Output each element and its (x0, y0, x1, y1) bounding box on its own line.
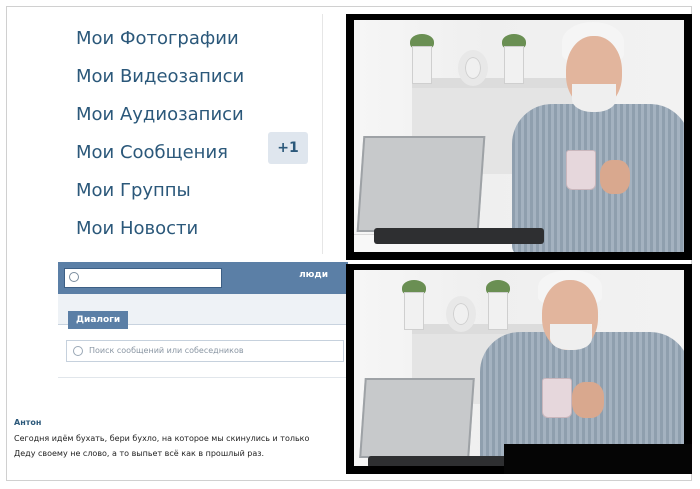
vk-messages-panel: люди Диалоги Поиск сообщений или собесед… (58, 262, 348, 402)
black-bar (504, 444, 692, 474)
menu-item-audio[interactable]: Мои Аудиозаписи (76, 100, 244, 130)
comment-author[interactable]: Антон (14, 418, 41, 427)
menu-item-photos[interactable]: Мои Фотографии (76, 24, 239, 54)
dialog-tabs: Диалоги (58, 294, 348, 329)
menu-item-messages[interactable]: Мои Сообщения (76, 138, 228, 168)
menu-item-news[interactable]: Мои Новости (76, 214, 198, 244)
divider (58, 377, 348, 378)
message-search-placeholder: Поиск сообщений или собеседников (89, 346, 244, 355)
vk-top-bar: люди (58, 262, 348, 294)
menu-item-groups[interactable]: Мои Группы (76, 176, 191, 206)
comment-text-line-1: Сегодня идём бухать, бери бухло, на кото… (14, 434, 310, 443)
photo-top (346, 14, 692, 260)
global-search-input[interactable] (64, 268, 222, 288)
messages-count-badge: +1 (268, 132, 308, 164)
comment-text-line-2: Деду своему не слово, а то выпьет всё ка… (14, 449, 265, 458)
message-search-input[interactable]: Поиск сообщений или собеседников (66, 340, 344, 362)
vk-side-menu: Мои Фотографии Мои Видеозаписи Мои Аудио… (60, 14, 323, 254)
photo-bottom (346, 264, 692, 474)
search-icon (73, 346, 83, 356)
search-icon (69, 272, 79, 282)
menu-item-videos[interactable]: Мои Видеозаписи (76, 62, 244, 92)
tab-dialogs[interactable]: Диалоги (68, 311, 129, 329)
people-link[interactable]: люди (299, 270, 328, 280)
